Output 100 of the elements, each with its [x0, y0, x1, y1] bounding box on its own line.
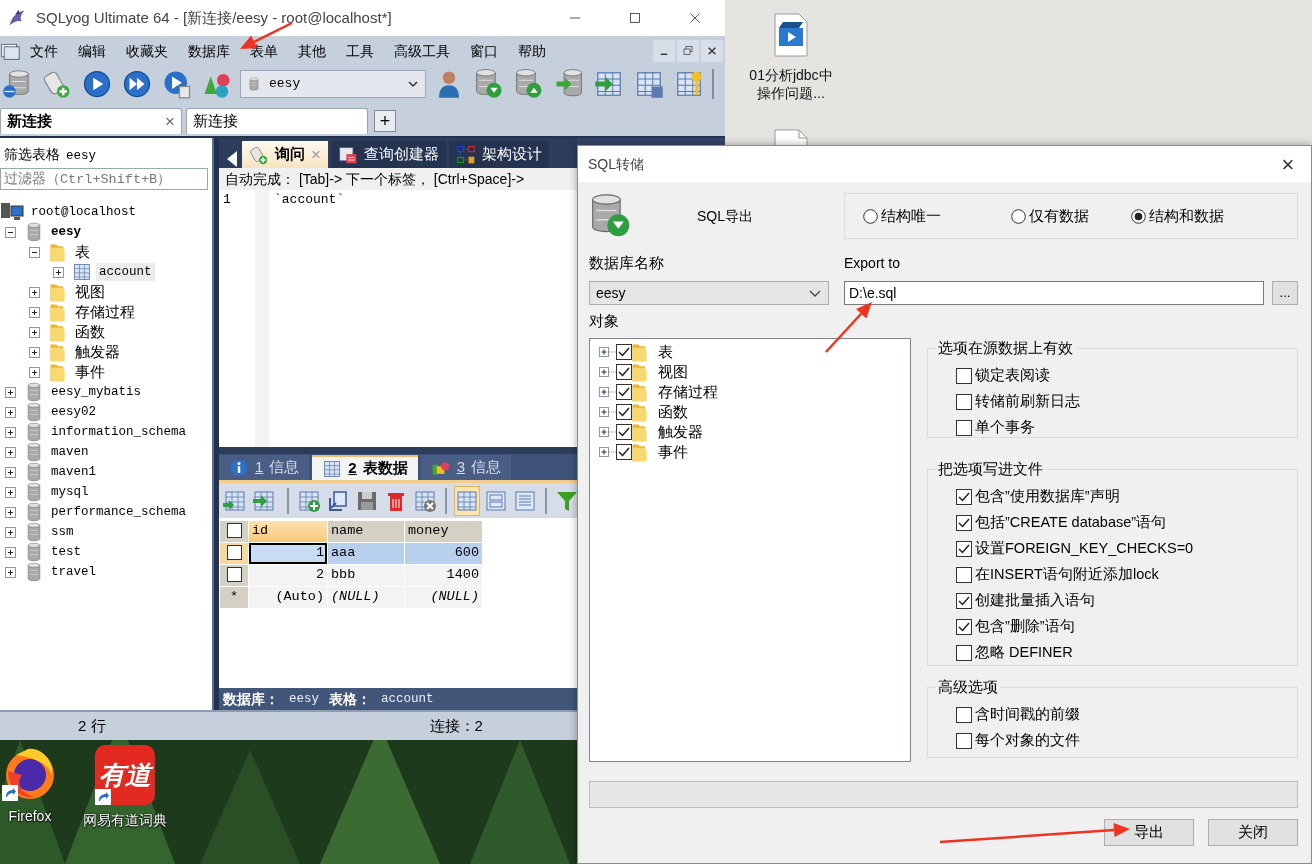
- dialog-button[interactable]: 导出: [1104, 819, 1194, 846]
- column-header[interactable]: name: [328, 521, 404, 542]
- tree-item[interactable]: travel: [48, 562, 99, 582]
- expand-icon[interactable]: [5, 526, 16, 538]
- checkbox[interactable]: [616, 384, 632, 400]
- checkbox[interactable]: [956, 593, 972, 609]
- checkbox[interactable]: [956, 567, 972, 583]
- expand-icon[interactable]: [29, 286, 40, 298]
- new-query-icon[interactable]: [42, 69, 72, 99]
- tree-item[interactable]: performance_schema: [48, 502, 190, 522]
- tree-item[interactable]: eesy: [48, 222, 84, 242]
- play-document-icon[interactable]: [162, 69, 192, 99]
- close-button[interactable]: ×: [1265, 146, 1311, 182]
- table-import-icon[interactable]: [594, 69, 624, 99]
- expand-icon[interactable]: [5, 566, 16, 578]
- checkbox[interactable]: [956, 489, 972, 505]
- tree-item[interactable]: mysql: [48, 482, 92, 502]
- dialog-button[interactable]: 关闭: [1208, 819, 1298, 846]
- checkbox[interactable]: [616, 444, 632, 460]
- scroll-left-icon[interactable]: [225, 150, 239, 168]
- expand-icon[interactable]: [5, 446, 16, 458]
- checkbox[interactable]: [956, 394, 972, 410]
- checkbox[interactable]: [616, 404, 632, 420]
- tree-item[interactable]: information_schema: [48, 422, 190, 442]
- path-field[interactable]: D:\e.sql: [844, 281, 1264, 305]
- expand-icon[interactable]: [5, 386, 16, 398]
- play-icon[interactable]: [82, 69, 112, 99]
- row-checkbox[interactable]: [226, 545, 242, 561]
- add-tab-button[interactable]: +: [374, 110, 396, 132]
- tree-item[interactable]: test: [48, 542, 84, 562]
- menu-item[interactable]: 帮助: [508, 39, 556, 63]
- tree-item[interactable]: eesy_mybatis: [48, 382, 144, 402]
- checkbox[interactable]: [616, 364, 632, 380]
- checkbox[interactable]: [616, 344, 632, 360]
- table-row[interactable]: 1 aaa 600: [220, 543, 482, 564]
- radio-button[interactable]: [863, 208, 878, 224]
- expand-icon[interactable]: [29, 326, 40, 338]
- table-key-icon[interactable]: [674, 69, 704, 99]
- radio-button[interactable]: [1131, 208, 1146, 224]
- row-checkbox[interactable]: [226, 567, 242, 583]
- browse-button[interactable]: ...: [1272, 281, 1298, 305]
- cancel-icon[interactable]: [413, 488, 437, 513]
- tree-item[interactable]: eesy02: [48, 402, 99, 422]
- checkbox[interactable]: [956, 515, 972, 531]
- table-icon[interactable]: [634, 69, 664, 99]
- expand-icon[interactable]: [29, 306, 40, 318]
- expand-icon[interactable]: [5, 506, 16, 518]
- database-upload-icon[interactable]: [514, 69, 544, 99]
- menu-item[interactable]: 工具: [336, 39, 384, 63]
- video-file-icon[interactable]: [771, 12, 811, 60]
- tree-item[interactable]: account: [96, 262, 155, 282]
- window-menu-icon[interactable]: [0, 41, 20, 61]
- database-import-icon[interactable]: [554, 69, 584, 99]
- app-logo[interactable]: 有道: [95, 745, 155, 805]
- query-tab[interactable]: 查询创建器: [330, 141, 446, 168]
- column-header[interactable]: id: [249, 521, 327, 542]
- tree-item[interactable]: 表: [72, 240, 93, 264]
- expand-icon[interactable]: [5, 406, 16, 418]
- expand-icon[interactable]: [29, 366, 40, 378]
- filter-field[interactable]: 过滤器（Ctrl+Shift+B）: [0, 168, 208, 190]
- tree-item[interactable]: root@localhost: [28, 202, 140, 222]
- checkbox[interactable]: [956, 645, 972, 661]
- radio-button[interactable]: [1011, 208, 1026, 224]
- tree-item[interactable]: maven1: [48, 462, 99, 482]
- table-import-icon[interactable]: [223, 488, 247, 513]
- database-download-icon[interactable]: [474, 69, 504, 99]
- collapse-icon[interactable]: [29, 246, 40, 258]
- expand-icon[interactable]: [53, 266, 64, 278]
- result-tab[interactable]: 2 表数据: [312, 455, 418, 480]
- checkbox[interactable]: [956, 368, 972, 384]
- collapse-icon[interactable]: [5, 226, 16, 238]
- menu-item[interactable]: 编辑: [68, 39, 116, 63]
- query-tab[interactable]: 架构设计: [448, 141, 549, 168]
- connection-tab[interactable]: 新连接: [186, 108, 368, 134]
- expand-icon[interactable]: [5, 426, 16, 438]
- expand-icon[interactable]: [29, 346, 40, 358]
- menu-item[interactable]: 其他: [288, 39, 336, 63]
- checkbox[interactable]: [956, 707, 972, 723]
- menu-item[interactable]: 文件: [20, 39, 68, 63]
- checkbox[interactable]: [956, 619, 972, 635]
- fast-forward-icon[interactable]: [122, 69, 152, 99]
- tree-item[interactable]: maven: [48, 442, 92, 462]
- connection-tab[interactable]: 新连接 ×: [0, 108, 182, 134]
- database-dropdown[interactable]: eesy: [240, 70, 426, 98]
- select-all-checkbox[interactable]: [226, 523, 242, 539]
- checkbox[interactable]: [956, 541, 972, 557]
- expand-icon[interactable]: [5, 546, 16, 558]
- table-row[interactable]: 2 bbb 1400: [220, 565, 482, 586]
- table-export-icon[interactable]: [252, 488, 276, 513]
- checkbox[interactable]: [956, 420, 972, 436]
- result-tab[interactable]: 3 信息: [420, 455, 512, 480]
- checkbox[interactable]: [956, 733, 972, 749]
- query-tab[interactable]: 询问 ×: [242, 141, 328, 168]
- menu-item[interactable]: 高级工具: [384, 39, 460, 63]
- database-dropdown[interactable]: eesy: [589, 281, 829, 305]
- add-row-icon[interactable]: [297, 488, 321, 513]
- copy-icon[interactable]: [326, 488, 350, 513]
- database-connect-icon[interactable]: [2, 69, 32, 99]
- menu-item[interactable]: 窗口: [460, 39, 508, 63]
- expand-icon[interactable]: [5, 486, 16, 498]
